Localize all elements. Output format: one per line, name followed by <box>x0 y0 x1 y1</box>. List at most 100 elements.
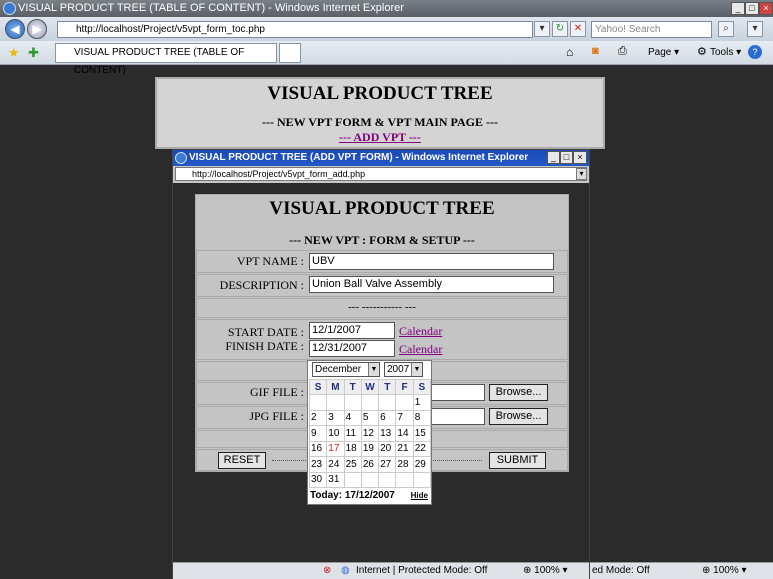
calendar-day[interactable]: 29 <box>412 456 432 473</box>
today-label[interactable]: Today: 17/12/2007 <box>310 490 395 501</box>
calendar-grid: SMTWTFS 1 2 3 4 5 6 7 8 9 10 11 12 13 14 15 16 17 18 19 20 2… <box>308 379 432 488</box>
calendar-day[interactable]: 14 <box>395 425 414 442</box>
weekday-header: S <box>412 379 432 395</box>
forward-arrow-icon[interactable]: ▶ <box>27 19 47 39</box>
address-dropdown-icon[interactable]: ▾ <box>534 21 550 37</box>
start-date-input[interactable]: 12/1/2007 <box>309 322 395 339</box>
calendar-day[interactable]: 13 <box>378 425 397 442</box>
start-calendar-link[interactable]: Calendar <box>399 324 442 339</box>
calendar-day[interactable]: 11 <box>343 425 362 442</box>
tools-menu[interactable]: Tools ▾ <box>710 45 741 61</box>
submit-button[interactable]: SUBMIT <box>489 452 546 469</box>
calendar-day[interactable]: 7 <box>395 409 414 426</box>
popup-close-button[interactable]: × <box>573 151 587 164</box>
form-subtitle: --- NEW VPT : FORM & SETUP --- <box>289 233 475 247</box>
main-window-titlebar: VISUAL PRODUCT TREE (TABLE OF CONTENT) -… <box>0 0 773 17</box>
gif-browse-button[interactable]: Browse... <box>489 384 548 401</box>
home-icon[interactable]: ⌂ <box>566 45 573 59</box>
vpt-name-label: VPT NAME : <box>236 254 304 268</box>
finish-calendar-link[interactable]: Calendar <box>399 342 442 357</box>
weekday-header: F <box>395 379 414 395</box>
search-options-icon[interactable]: ▾ <box>747 21 763 37</box>
calendar-day[interactable]: 16 <box>308 440 328 457</box>
search-icon[interactable]: ⌕ <box>718 21 734 37</box>
description-label: DESCRIPTION : <box>219 278 304 292</box>
tab-main[interactable]: VISUAL PRODUCT TREE (TABLE OF CONTENT) <box>55 43 277 76</box>
finish-date-input[interactable]: 12/31/2007 <box>309 340 395 357</box>
minimize-button[interactable]: _ <box>731 2 745 15</box>
calendar-empty-cell <box>378 471 397 488</box>
feeds-icon[interactable]: ◙ <box>592 45 599 57</box>
hide-calendar-link[interactable]: Hide <box>411 491 428 500</box>
year-dropdown-icon: ▼ <box>411 363 422 376</box>
add-vpt-link[interactable]: --- ADD VPT --- <box>339 130 421 144</box>
popup-ie-icon <box>175 152 187 164</box>
stop-icon[interactable]: ✕ <box>570 21 586 37</box>
help-icon[interactable]: ? <box>748 45 762 59</box>
calendar-day[interactable]: 27 <box>378 456 397 473</box>
calendar-day[interactable]: 4 <box>343 409 362 426</box>
calendar-day[interactable]: 20 <box>378 440 397 457</box>
print-icon[interactable]: ⎙ <box>618 45 627 58</box>
vpt-name-input[interactable]: UBV <box>309 253 554 270</box>
address-bar[interactable]: http://localhost/Project/v5vpt_form_toc.… <box>57 21 533 38</box>
page-menu[interactable]: Page ▾ <box>648 45 679 61</box>
popup-zoom[interactable]: ⊕ 100% ▾ <box>523 563 568 579</box>
main-zoom-value: 100% <box>713 565 739 576</box>
calendar-day[interactable]: 6 <box>378 409 397 426</box>
calendar-empty-cell <box>360 394 380 411</box>
jpg-browse-button[interactable]: Browse... <box>489 408 548 425</box>
calendar-day[interactable]: 23 <box>308 456 328 473</box>
calendar-day[interactable]: 30 <box>308 471 328 488</box>
calendar-day[interactable]: 1 <box>412 394 432 411</box>
ie-icon <box>3 2 16 15</box>
calendar-day[interactable]: 10 <box>326 425 345 442</box>
calendar-week: 30 31 <box>308 471 432 488</box>
calendar-day[interactable]: 8 <box>412 409 432 426</box>
calendar-popup: December ▼ 2007 ▼ SMTWTFS 1 2 3 4 5 6 7 8 9 10 11 1… <box>307 360 432 505</box>
calendar-week: 2345678 <box>308 409 432 426</box>
month-select[interactable]: December ▼ <box>312 362 380 377</box>
popup-address-bar[interactable]: http://localhost/Project/v5vpt_form_add.… <box>175 167 587 181</box>
calendar-day[interactable]: 18 <box>343 440 362 457</box>
calendar-day[interactable]: 24 <box>326 456 345 473</box>
search-input[interactable]: Yahoo! Search <box>591 21 712 38</box>
calendar-day[interactable]: 3 <box>326 409 345 426</box>
calendar-day[interactable]: 12 <box>360 425 380 442</box>
calendar-day[interactable]: 31 <box>326 471 345 488</box>
year-select[interactable]: 2007 ▼ <box>384 362 423 377</box>
calendar-day[interactable]: 28 <box>395 456 414 473</box>
back-arrow-icon[interactable]: ◀ <box>5 19 25 39</box>
calendar-day[interactable]: 15 <box>412 425 432 442</box>
close-button[interactable]: × <box>759 2 773 15</box>
calendar-day[interactable]: 5 <box>360 409 380 426</box>
jpg-file-label: JPG FILE : <box>249 409 304 423</box>
calendar-empty-cell <box>360 471 380 488</box>
calendar-day[interactable]: 19 <box>360 440 380 457</box>
favorites-star-icon[interactable]: ★ <box>8 45 20 61</box>
popup-address-text: http://localhost/Project/v5vpt_form_add.… <box>192 169 366 179</box>
refresh-icon[interactable]: ↻ <box>552 21 568 37</box>
calendar-day[interactable]: 26 <box>360 456 380 473</box>
calendar-day[interactable]: 2 <box>308 409 328 426</box>
form-divider: --- ----------- --- <box>348 301 416 313</box>
popup-status-bar: ⊗ ◍ Internet | Protected Mode: Off ⊕ 100… <box>173 562 589 579</box>
calendar-day[interactable]: 22 <box>412 440 432 457</box>
maximize-button[interactable]: □ <box>745 2 759 15</box>
calendar-day[interactable]: 17 <box>326 440 345 457</box>
new-tab-button[interactable] <box>279 43 301 63</box>
reset-button[interactable]: RESET <box>218 452 266 469</box>
tools-menu-label: Tools <box>710 47 734 58</box>
add-favorites-icon[interactable]: ✚ <box>28 45 39 61</box>
popup-minimize-button[interactable]: _ <box>547 151 560 164</box>
description-input[interactable]: Union Ball Valve Assembly <box>309 276 554 293</box>
main-zoom[interactable]: ⊕ 100% ▾ <box>702 563 747 579</box>
month-dropdown-icon: ▼ <box>368 363 379 376</box>
popup-maximize-button[interactable]: □ <box>560 151 573 164</box>
weekday-header: W <box>360 379 380 395</box>
popup-address-dropdown-icon[interactable]: ▾ <box>576 168 587 180</box>
main-page-panel: VISUAL PRODUCT TREE --- NEW VPT FORM & V… <box>155 77 605 149</box>
calendar-day[interactable]: 9 <box>308 425 328 442</box>
calendar-day[interactable]: 21 <box>395 440 414 457</box>
calendar-day[interactable]: 25 <box>343 456 362 473</box>
